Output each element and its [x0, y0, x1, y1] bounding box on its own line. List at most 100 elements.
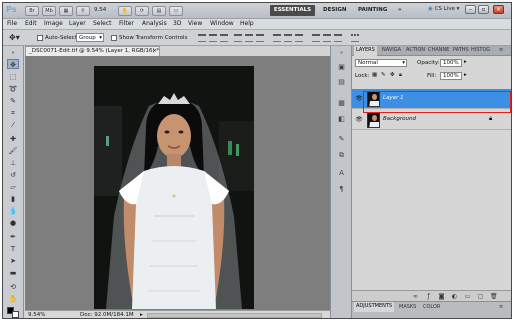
menu-layer[interactable]: Layer — [69, 20, 86, 27]
show-transform-checkbox[interactable] — [111, 35, 117, 41]
fill-dropdown-icon[interactable]: ▸ — [464, 72, 467, 78]
menu-analysis[interactable]: Analysis — [142, 20, 167, 27]
blend-mode-dropdown[interactable]: Normal ▾ — [355, 59, 407, 67]
zoom-level[interactable]: 9.54 — [94, 7, 106, 13]
menu-file[interactable]: File — [7, 20, 17, 27]
menu-select[interactable]: Select — [93, 20, 112, 27]
workspace-essentials[interactable]: ESSENTIALS — [270, 5, 315, 16]
distribute-left-icon[interactable] — [312, 34, 320, 42]
document-tab[interactable]: _DSC0071-Edit.tif @ 9.54% (Layer 1, RGB/… — [25, 46, 160, 56]
auto-select-dropdown[interactable]: Group ▾ — [76, 33, 104, 42]
restore-button[interactable]: ▫ — [478, 5, 489, 14]
opacity-field[interactable]: 100% — [440, 59, 462, 67]
panel-menu-icon[interactable]: ≡ — [499, 47, 503, 53]
menu-filter[interactable]: Filter — [119, 20, 134, 27]
lock-position-icon[interactable]: ✥ — [390, 72, 395, 78]
zoom-icon[interactable]: ⚲ — [76, 6, 90, 16]
tools-collapse-icon[interactable]: » — [7, 48, 19, 58]
close-button[interactable]: × — [493, 5, 504, 14]
menu-help[interactable]: Help — [240, 20, 254, 27]
clone-source-panel-icon[interactable]: ⧉ — [336, 150, 347, 160]
eraser-tool-icon[interactable]: ▱ — [7, 182, 19, 192]
type-tool-icon[interactable]: T — [7, 244, 19, 254]
shape-tool-icon[interactable]: ▬ — [7, 268, 19, 278]
workspace-painting[interactable]: PAINTING — [358, 5, 387, 16]
distribute-hcenter-icon[interactable] — [323, 34, 331, 42]
hand-tool-icon[interactable]: ✋ — [7, 294, 19, 304]
brushes-panel-icon[interactable]: ✎ — [336, 134, 347, 144]
lock-all-icon[interactable]: 🔒︎ — [399, 72, 402, 79]
eye-icon[interactable]: 👁︎ — [355, 95, 363, 102]
distribute-right-icon[interactable] — [334, 34, 342, 42]
align-top-icon[interactable] — [198, 34, 206, 42]
history-brush-tool-icon[interactable]: ↺ — [7, 170, 19, 180]
lock-transparent-icon[interactable]: ▦ — [372, 72, 377, 78]
healing-brush-tool-icon[interactable]: ✚ — [7, 134, 19, 144]
dodge-tool-icon[interactable]: ● — [7, 218, 19, 228]
align-right-icon[interactable] — [256, 34, 264, 42]
bridge-icon[interactable]: Br — [25, 6, 39, 16]
tab-layers[interactable]: LAYERS — [354, 46, 377, 56]
eye-icon[interactable]: 👁︎ — [355, 116, 363, 123]
blur-tool-icon[interactable]: 💧 — [7, 206, 19, 216]
adjustment-layer-icon[interactable]: ◐ — [451, 293, 458, 300]
paragraph-panel-icon[interactable]: ¶ — [336, 184, 347, 194]
tab-channels[interactable]: CHANNE — [428, 47, 449, 53]
status-zoom[interactable]: 9.54% — [28, 311, 45, 318]
menu-3d[interactable]: 3D — [173, 20, 181, 27]
pen-tool-icon[interactable]: ✒ — [7, 232, 19, 242]
fill-field[interactable]: 100% — [440, 72, 462, 80]
layer-name[interactable]: Background — [383, 116, 416, 122]
screen-mode-icon[interactable]: ▭ — [169, 6, 183, 16]
styles-panel-icon[interactable]: ◧ — [336, 114, 347, 124]
strip-collapse-icon[interactable]: « — [336, 48, 347, 58]
hand-tool-icon[interactable]: ✋ — [118, 6, 132, 16]
canvas-photo[interactable] — [94, 66, 254, 309]
panel-menu-icon[interactable]: ≡ — [499, 304, 503, 310]
tab-color[interactable]: COLOR — [423, 304, 440, 310]
lock-pixels-icon[interactable]: ✎ — [381, 72, 386, 78]
workspace-more-icon[interactable]: » — [398, 5, 402, 16]
gradient-tool-icon[interactable]: ▮ — [7, 194, 19, 204]
swatches-panel-icon[interactable]: ▦ — [336, 98, 347, 108]
auto-align-layers-icon[interactable] — [351, 34, 359, 42]
view-extras-icon[interactable]: ▦ — [59, 6, 73, 16]
move-tool-icon[interactable]: ✥ — [7, 59, 19, 69]
align-vertical-center-icon[interactable] — [209, 34, 217, 42]
close-icon[interactable]: × — [152, 47, 157, 56]
history-panel-icon[interactable]: ▤ — [336, 77, 347, 87]
3d-rotate-tool-icon[interactable]: ⟲ — [7, 282, 19, 292]
brush-tool-icon[interactable]: 🖌 — [7, 146, 19, 156]
menu-window[interactable]: Window — [210, 20, 234, 27]
align-left-icon[interactable] — [234, 34, 242, 42]
auto-select-checkbox[interactable] — [37, 35, 43, 41]
tab-masks[interactable]: MASKS — [399, 304, 416, 310]
horizontal-scrollbar[interactable] — [147, 313, 322, 318]
new-group-icon[interactable]: ▭ — [464, 293, 471, 300]
new-layer-icon[interactable]: ▢ — [477, 293, 484, 300]
tab-histogram[interactable]: HISTOG — [471, 47, 490, 53]
rotate-view-icon[interactable]: ⟳ — [135, 6, 149, 16]
link-layers-icon[interactable]: ∞ — [412, 293, 419, 300]
distribute-top-icon[interactable] — [273, 34, 281, 42]
mini-bridge-panel-icon[interactable]: ▣ — [336, 62, 347, 72]
crop-tool-icon[interactable]: ⌗ — [7, 108, 19, 118]
canvas-area[interactable] — [25, 56, 330, 310]
menu-edit[interactable]: Edit — [25, 20, 37, 27]
background-color-swatch[interactable] — [12, 311, 19, 318]
menu-image[interactable]: Image — [44, 20, 63, 27]
trash-icon[interactable]: 🗑︎ — [490, 293, 498, 300]
align-horizontal-center-icon[interactable] — [245, 34, 253, 42]
clone-stamp-tool-icon[interactable]: ⊥ — [7, 158, 19, 168]
arrange-documents-icon[interactable]: ▤ — [152, 6, 166, 16]
tab-navigator[interactable]: NAVIGA — [382, 47, 401, 53]
marquee-tool-icon[interactable]: ⬚ — [7, 72, 19, 82]
tab-paths[interactable]: PATHS — [453, 47, 469, 53]
align-bottom-icon[interactable] — [220, 34, 228, 42]
quick-selection-tool-icon[interactable]: ✎ — [7, 96, 19, 106]
add-mask-icon[interactable]: ◙ — [438, 293, 445, 300]
workspace-design[interactable]: DESIGN — [323, 5, 346, 16]
character-panel-icon[interactable]: A — [336, 168, 347, 178]
distribute-center-icon[interactable] — [284, 34, 292, 42]
eyedropper-tool-icon[interactable]: ⁄ — [7, 120, 19, 130]
